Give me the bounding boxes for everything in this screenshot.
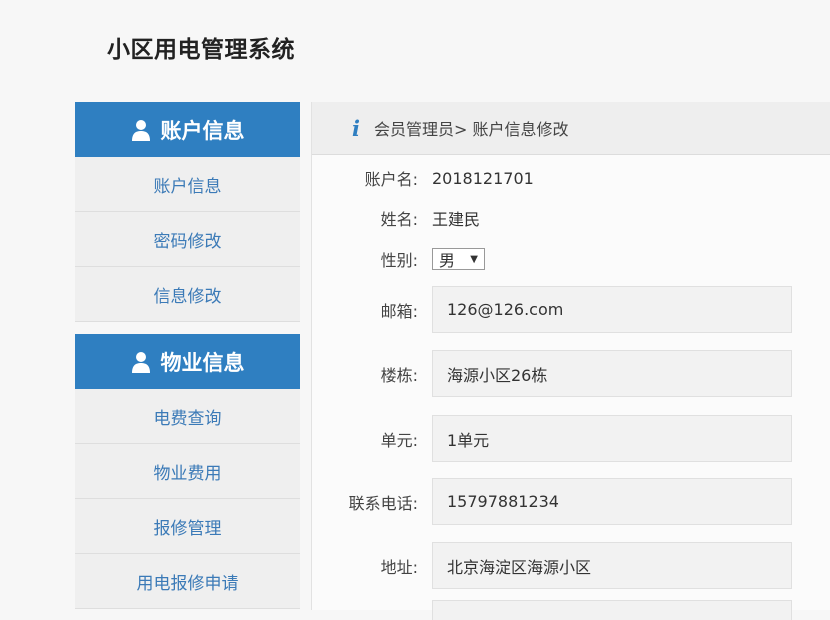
main-panel: i 会员管理员> 账户信息修改 账户名: 2018121701 姓名: 王建民 … <box>311 102 830 620</box>
phone-label: 联系电话: <box>348 493 418 513</box>
name-label: 姓名: <box>380 210 418 229</box>
gender-select-value: 男 <box>439 251 456 270</box>
sidebar-item-info-edit[interactable]: 信息修改 <box>75 267 300 322</box>
breadcrumb-text: 会员管理员> 账户信息修改 <box>373 120 569 139</box>
phone-field[interactable]: 15797881234 <box>432 478 792 525</box>
sidebar-item-repair-request[interactable]: 用电报修申请 <box>75 554 300 609</box>
sidebar: 账户信息 账户信息 密码修改 信息修改 物业信息 电费查询 物业费用 报修管理 … <box>75 102 300 609</box>
form-row-unit: 单元: 1单元 <box>312 415 792 462</box>
account-label: 账户名: <box>364 170 418 189</box>
sidebar-item-property-fee[interactable]: 物业费用 <box>75 444 300 499</box>
caret-down-icon: ▼ <box>470 253 478 265</box>
sidebar-item-electricity-query[interactable]: 电费查询 <box>75 389 300 444</box>
name-value: 王建民 <box>432 210 481 229</box>
email-field[interactable]: 126@126.com <box>432 286 792 333</box>
sidebar-item-password-change[interactable]: 密码修改 <box>75 212 300 267</box>
user-icon <box>131 119 150 141</box>
app-title: 小区用电管理系统 <box>107 37 295 63</box>
form-row-phone: 联系电话: 15797881234 <box>312 478 792 525</box>
sidebar-section-account-header: 账户信息 <box>75 102 300 157</box>
account-value: 2018121701 <box>432 168 534 188</box>
unit-label: 单元: <box>380 430 418 450</box>
sidebar-section-property-header: 物业信息 <box>75 334 300 389</box>
address-field[interactable]: 北京海淀区海源小区 <box>432 542 792 589</box>
form-row-account: 账户名: 2018121701 <box>312 166 534 190</box>
sidebar-section-title: 物业信息 <box>160 350 245 375</box>
breadcrumb: i 会员管理员> 账户信息修改 <box>312 102 830 155</box>
user-icon <box>131 351 150 373</box>
gender-select[interactable]: 男 ▼ <box>432 248 485 270</box>
form-row-building: 楼栋: 海源小区26栋 <box>312 350 792 397</box>
unit-field[interactable]: 1单元 <box>432 415 792 462</box>
form-row-address: 地址: 北京海淀区海源小区 <box>312 542 792 589</box>
form-row-gender: 性别: 男 ▼ <box>312 247 485 271</box>
sidebar-item-repair-management[interactable]: 报修管理 <box>75 499 300 554</box>
building-label: 楼栋: <box>380 365 418 385</box>
info-icon: i <box>352 115 360 141</box>
address-label: 地址: <box>380 557 418 577</box>
sidebar-item-account-info[interactable]: 账户信息 <box>75 157 300 212</box>
sidebar-section-title: 账户信息 <box>160 118 245 143</box>
form-row-name: 姓名: 王建民 <box>312 206 480 230</box>
next-field-partial[interactable] <box>432 600 792 620</box>
gender-label: 性别: <box>380 251 418 270</box>
form-row-email: 邮箱: 126@126.com <box>312 286 792 333</box>
building-field[interactable]: 海源小区26栋 <box>432 350 792 397</box>
email-label: 邮箱: <box>380 301 418 321</box>
